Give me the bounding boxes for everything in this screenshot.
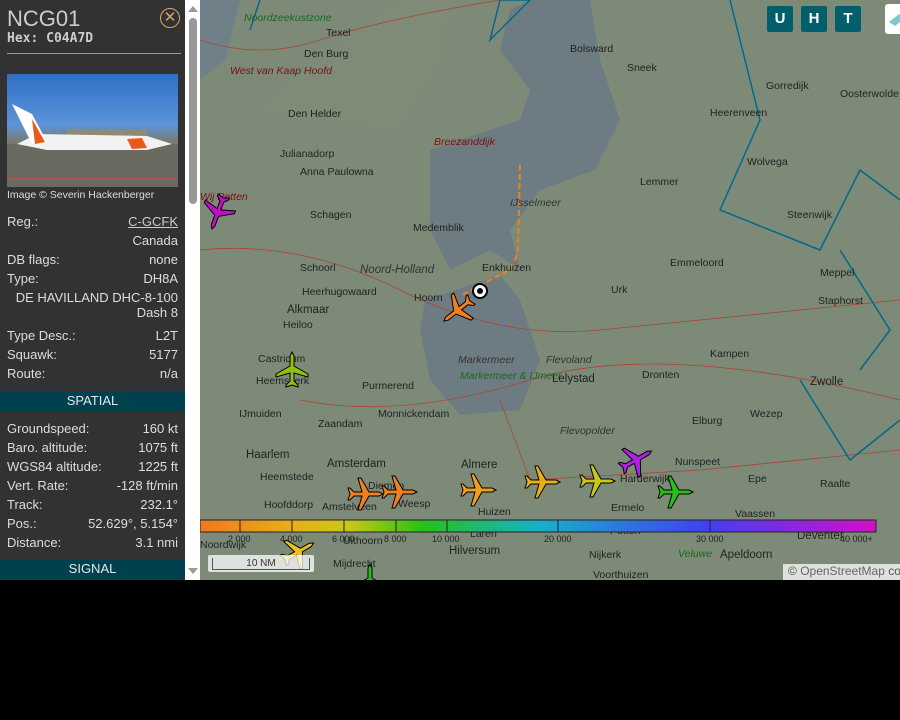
spatial-row: Groundspeed: 160 kt: [7, 421, 178, 436]
section-signal[interactable]: SIGNAL: [0, 559, 185, 579]
spatial-label: Pos.:: [7, 516, 37, 531]
info-value: n/a: [159, 366, 178, 381]
spatial-value: 232.1°: [140, 497, 178, 512]
aircraft-marker-icon[interactable]: [460, 473, 498, 507]
aircraft-marker-icon[interactable]: [200, 191, 239, 235]
aircraft-marker-icon[interactable]: [434, 287, 481, 334]
map-button-t[interactable]: T: [835, 6, 861, 32]
spatial-row: Baro. altitude: 1075 ft: [7, 440, 178, 455]
aircraft-marker-icon[interactable]: [275, 350, 309, 388]
spatial-value: 52.629°, 5.154°: [88, 516, 178, 531]
callsign: NCG01: [7, 6, 81, 31]
sidebar-scrollbar[interactable]: [185, 0, 200, 580]
info-value: DE HAVILLAND DHC-8-100 Dash 8: [15, 290, 178, 320]
info-label: Squawk:: [7, 347, 57, 362]
divider: [7, 53, 181, 54]
spatial-row: Distance: 3.1 nmi: [7, 535, 178, 550]
info-row: DB flags: none: [7, 252, 178, 267]
info-row: Squawk: 5177: [7, 347, 178, 362]
altitude-tick-label: 8 000: [384, 534, 407, 544]
map-scale: 10 NM: [208, 555, 314, 572]
aircraft-marker-icon[interactable]: [347, 477, 385, 511]
registration-link[interactable]: C-GCFK: [128, 214, 178, 229]
aircraft-marker-icon[interactable]: [579, 464, 617, 498]
altitude-tick-label: 2 000: [228, 534, 251, 544]
spatial-label: WGS84 altitude:: [7, 459, 102, 474]
osm-link[interactable]: OpenStreetMap: [800, 564, 885, 578]
altitude-tick-label: 30 000: [696, 534, 724, 544]
info-value: DH8A: [143, 271, 178, 286]
altitude-tick-label: 40 000+: [840, 534, 873, 544]
info-row: DE HAVILLAND DHC-8-100 Dash 8: [7, 290, 178, 320]
spatial-label: Vert. Rate:: [7, 478, 69, 493]
scroll-up-icon[interactable]: [188, 6, 198, 12]
info-row: Type: DH8A: [7, 271, 178, 286]
spatial-value: 1075 ft: [138, 440, 178, 455]
spatial-label: Distance:: [7, 535, 62, 550]
altitude-tick-label: 10 000: [432, 534, 460, 544]
hex-code: Hex: C04A7D: [7, 31, 94, 46]
spatial-value: 3.1 nmi: [135, 535, 178, 550]
spatial-value: -128 ft/min: [116, 478, 178, 493]
info-row: Canada: [7, 233, 178, 248]
map-button-h[interactable]: H: [801, 6, 827, 32]
photo-credit: Image © Severin Hackenberger: [7, 189, 155, 201]
close-icon[interactable]: ✕: [160, 8, 180, 28]
aircraft-marker-icon[interactable]: [354, 562, 386, 580]
map[interactable]: Noordzeekustzone Texel Den Burg West van Ka…: [200, 0, 900, 580]
aircraft-marker-icon[interactable]: [524, 465, 562, 499]
spatial-row: WGS84 altitude: 1225 ft: [7, 459, 178, 474]
aircraft-photo[interactable]: [7, 74, 178, 187]
spatial-label: Track:: [7, 497, 43, 512]
altitude-tick-label: 20 000: [544, 534, 572, 544]
spatial-value: 160 kt: [142, 421, 178, 436]
info-label: Reg.:: [7, 214, 39, 229]
spatial-row: Pos.: 52.629°, 5.154°: [7, 516, 178, 531]
aircraft-marker-icon[interactable]: [657, 475, 695, 509]
info-value: Canada: [132, 233, 178, 248]
info-value: L2T: [155, 328, 178, 343]
aircraft-info-panel: NCG01 Hex: C04A7D ✕ Image © Severin Hack…: [0, 0, 185, 580]
spatial-row: Track: 232.1°: [7, 497, 178, 512]
spatial-label: Groundspeed:: [7, 421, 90, 436]
scroll-thumb[interactable]: [189, 18, 197, 204]
spatial-label: Baro. altitude:: [7, 440, 88, 455]
aircraft-marker-icon[interactable]: [381, 475, 419, 509]
spatial-row: Vert. Rate: -128 ft/min: [7, 478, 178, 493]
info-label: DB flags:: [7, 252, 60, 267]
section-spatial[interactable]: SPATIAL: [0, 391, 185, 411]
info-label: Type:: [7, 271, 39, 286]
aircraft-marker-icon[interactable]: [613, 437, 659, 482]
info-label: Type Desc.:: [7, 328, 76, 343]
altitude-tick-label: 6 000: [332, 534, 355, 544]
spatial-value: 1225 ft: [138, 459, 178, 474]
info-row: Reg.: C-GCFK: [7, 214, 178, 229]
map-button-u[interactable]: U: [767, 6, 793, 32]
altitude-tick-label: 4 000: [280, 534, 303, 544]
info-row: Type Desc.: L2T: [7, 328, 178, 343]
info-label: Route:: [7, 366, 46, 381]
info-value: 5177: [149, 347, 178, 362]
info-row: Route: n/a: [7, 366, 178, 381]
attribution: © OpenStreetMap co: [783, 564, 900, 580]
layers-icon[interactable]: [885, 4, 900, 34]
scroll-down-icon[interactable]: [188, 568, 198, 574]
info-value: none: [149, 252, 178, 267]
